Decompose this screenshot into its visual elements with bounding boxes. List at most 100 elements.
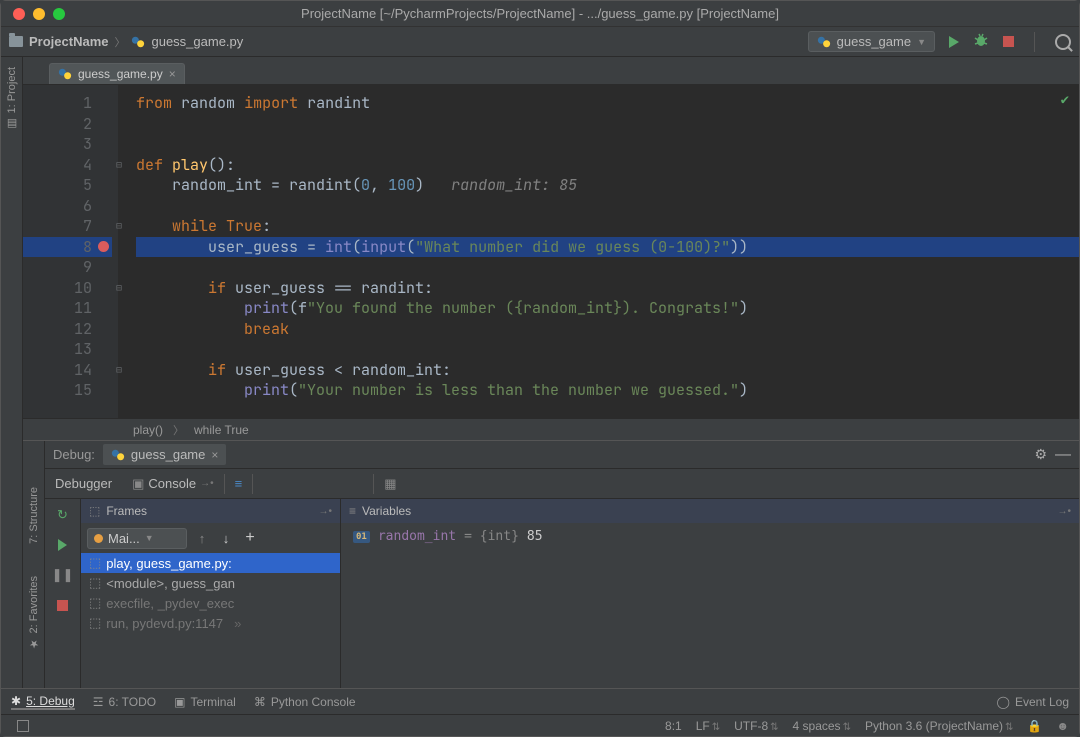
event-log-button[interactable]: ◯Event Log (997, 695, 1069, 709)
close-session-button[interactable]: × (211, 448, 218, 462)
stop-button[interactable] (1003, 36, 1014, 47)
terminal-tool-button[interactable]: ▣Terminal (174, 695, 236, 709)
debug-main: ↻ ❚❚ ⬚Frames →• (45, 499, 1079, 688)
titlebar: ProjectName [~/PycharmProjects/ProjectNa… (1, 1, 1079, 27)
main-area: ▤ 1: Project guess_game.py × ✔ 1 2 3 4⊟ (1, 57, 1079, 688)
debug-tool-button[interactable]: ✱5: Debug (11, 694, 75, 710)
chevron-down-icon: ▼ (917, 37, 926, 47)
inspector-icon[interactable]: ☻ (1056, 719, 1069, 733)
frame-list[interactable]: ⬚play, guess_game.py: ⬚<module>, guess_g… (81, 553, 340, 688)
run-configuration-selector[interactable]: guess_game ▼ (808, 31, 935, 52)
favorites-tool-tab[interactable]: ★2: Favorites (26, 570, 42, 656)
line-separator[interactable]: LF (696, 719, 720, 733)
frames-panel: ⬚Frames →• Mai... ▼ ↑ ↓ (81, 499, 341, 688)
debug-session-tab[interactable]: guess_game × (103, 444, 226, 465)
close-tab-button[interactable]: × (169, 67, 176, 81)
python-file-icon (58, 67, 72, 81)
navigation-bar: ProjectName 〉 guess_game.py guess_game ▼ (1, 27, 1079, 57)
structure-tool-tab[interactable]: 7: Structure (26, 481, 42, 550)
fold-icon[interactable]: ⊟ (116, 360, 122, 381)
debug-side-controls: ↻ ❚❚ (45, 499, 81, 688)
next-frame-button[interactable]: ↓ (217, 531, 235, 546)
console-tab[interactable]: ▣Console→• (122, 471, 224, 497)
add-button[interactable]: + (241, 529, 259, 547)
folder-icon (9, 36, 23, 47)
step-into-button[interactable] (273, 476, 293, 492)
left-tool-strip: ▤ 1: Project (1, 57, 23, 688)
stop-debug-button[interactable] (53, 595, 73, 615)
variables-header: ≡Variables →• (341, 499, 1079, 523)
frame-item[interactable]: ⬚execfile, _pydev_exec (81, 593, 340, 613)
caret-position[interactable]: 8:1 (665, 719, 682, 733)
fold-icon[interactable]: ⊟ (116, 155, 122, 176)
frame-item[interactable]: ⬚<module>, guess_gan (81, 573, 340, 593)
force-step-into-button[interactable] (313, 476, 333, 492)
chevron-right-icon: 〉 (114, 34, 125, 50)
status-bar: 8:1 LF UTF-8 4 spaces Python 3.6 (Projec… (1, 714, 1079, 736)
minimize-window-button[interactable] (33, 8, 45, 20)
breadcrumb[interactable]: ProjectName 〉 guess_game.py (9, 34, 243, 50)
rerun-button[interactable]: ↻ (53, 505, 73, 525)
frame-item[interactable]: ⬚run, pydevd.py:1147» (81, 613, 340, 633)
lock-icon[interactable]: 🔒 (1027, 719, 1042, 733)
breadcrumb-project: ProjectName (29, 34, 108, 49)
inspection-ok-icon: ✔ (1061, 91, 1069, 109)
project-tool-tab[interactable]: ▤ 1: Project (4, 61, 20, 136)
debug-title: Debug: (53, 447, 95, 462)
code-content[interactable]: from random import randint def play(): r… (118, 85, 1079, 418)
file-encoding[interactable]: UTF-8 (734, 719, 778, 733)
frames-header: ⬚Frames →• (81, 499, 340, 523)
editor-tab[interactable]: guess_game.py × (49, 63, 185, 84)
breadcrumb-file: guess_game.py (151, 34, 243, 49)
settings-icon[interactable]: ⚙ (1034, 446, 1047, 463)
run-button[interactable] (949, 36, 959, 48)
window-title: ProjectName [~/PycharmProjects/ProjectNa… (1, 6, 1079, 21)
debug-tool-window: 7: Structure ★2: Favorites Debug: guess_… (23, 440, 1079, 688)
window-controls (1, 8, 65, 20)
python-file-icon (111, 448, 125, 462)
zoom-window-button[interactable] (53, 8, 65, 20)
variable-row[interactable]: 01 random_int = {int} 85 (341, 523, 1079, 550)
editor-tab-label: guess_game.py (78, 67, 163, 81)
close-window-button[interactable] (13, 8, 25, 20)
python-file-icon (817, 35, 831, 49)
python-file-icon (131, 35, 145, 49)
python-console-tool-button[interactable]: ⌘Python Console (254, 695, 356, 709)
thread-selector[interactable]: Mai... ▼ (87, 528, 187, 549)
variable-type-badge: 01 (353, 531, 370, 543)
frame-item[interactable]: ⬚play, guess_game.py: (81, 553, 340, 573)
prev-frame-button[interactable]: ↑ (193, 531, 211, 546)
run-toolbar (949, 32, 1071, 52)
indent-setting[interactable]: 4 spaces (793, 719, 851, 733)
fold-icon[interactable]: ⊟ (116, 216, 122, 237)
ide-window: ProjectName [~/PycharmProjects/ProjectNa… (0, 0, 1080, 737)
threads-icon[interactable]: ≡ (225, 471, 253, 496)
run-to-cursor-button[interactable]: I (353, 476, 373, 492)
minimize-panel-button[interactable]: — (1055, 446, 1071, 464)
editor-tabs: guess_game.py × (23, 57, 1079, 85)
left-tool-strip-lower: 7: Structure ★2: Favorites (23, 441, 45, 688)
debug-toolbar: Debugger ▣Console→• ≡ I ▦ (45, 469, 1079, 499)
frames-controls: Mai... ▼ ↑ ↓ + (81, 523, 340, 553)
breakpoint-icon[interactable] (98, 241, 109, 252)
bottom-tool-bar: ✱5: Debug ☲6: TODO ▣Terminal ⌘Python Con… (1, 688, 1079, 714)
debug-button[interactable] (973, 32, 989, 51)
step-into-my-code-button[interactable] (293, 476, 313, 492)
fold-icon[interactable]: ⊟ (116, 278, 122, 299)
variables-panel: ≡Variables →• 01 random_int = {int} 85 (341, 499, 1079, 688)
run-config-label: guess_game (837, 34, 911, 49)
step-out-button[interactable] (333, 476, 353, 492)
pause-button[interactable]: ❚❚ (53, 565, 73, 585)
debugger-tab[interactable]: Debugger (45, 471, 122, 496)
editor-breadcrumb[interactable]: play() 〉 while True (23, 418, 1079, 440)
debug-header: Debug: guess_game × ⚙ — (45, 441, 1079, 469)
tool-window-layout-icon[interactable] (17, 720, 29, 732)
step-over-button[interactable] (253, 476, 273, 492)
evaluate-expression-button[interactable]: ▦ (374, 471, 406, 497)
python-interpreter[interactable]: Python 3.6 (ProjectName) (865, 719, 1013, 733)
code-editor[interactable]: ✔ 1 2 3 4⊟ 5 6 7⊟ 8 9 10⊟ 11 12 13 14⊟ 1… (23, 85, 1079, 418)
gutter[interactable]: 1 2 3 4⊟ 5 6 7⊟ 8 9 10⊟ 11 12 13 14⊟ 15 (23, 85, 118, 418)
todo-tool-button[interactable]: ☲6: TODO (93, 695, 156, 709)
search-everywhere-button[interactable] (1055, 34, 1071, 50)
resume-button[interactable] (53, 535, 73, 555)
